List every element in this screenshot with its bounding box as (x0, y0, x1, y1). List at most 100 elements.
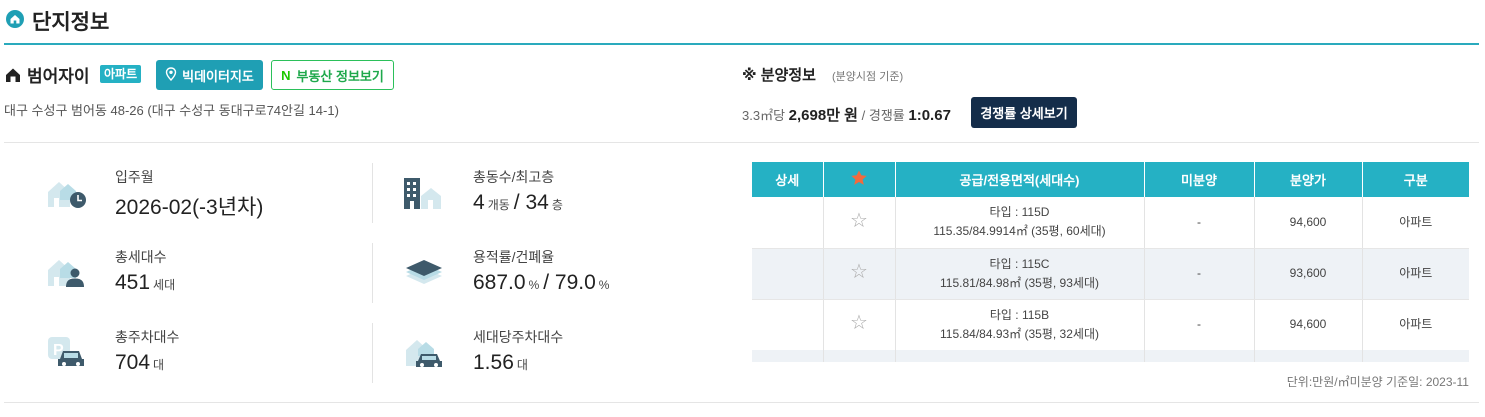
parking-per-household: 1.56 (473, 351, 514, 374)
unit-type: 타입 : 115B (989, 307, 1050, 322)
households-value: 451 세대 (115, 271, 179, 295)
detail-cell[interactable] (752, 299, 823, 351)
favorite-cell[interactable]: ☆ (822, 197, 895, 249)
max-floor: 34 (525, 191, 549, 214)
floor-area-ratio-label: 용적률/건폐율 (473, 249, 555, 265)
table-row: ☆ 타입 : 115D 115.35/84.9914㎡ (35평, 60세대) -… (752, 197, 1469, 249)
area-cell: 타입 : 115D 115.35/84.9914㎡ (35평, 60세대) (894, 197, 1144, 249)
category-cell: 아파트 (1361, 248, 1469, 300)
naver-icon: N (281, 67, 291, 83)
unit-type: 타입 : 115D (989, 205, 1050, 220)
move-in-value: 2026-02(-3년차) (115, 191, 263, 221)
table-unit-note: 단위:만원/㎡미분양 기준일: 2023-11 (1286, 375, 1469, 389)
house-person-icon (46, 256, 88, 295)
detail-cell[interactable] (752, 248, 823, 300)
price-cell: 93,600 (1253, 248, 1362, 300)
star-icon (851, 170, 867, 185)
unit: 대 (516, 358, 528, 372)
unsold-cell: - (1143, 248, 1254, 300)
floor-area-ratio-value: 687.0%/ 79.0% (473, 271, 613, 295)
buildings-count: 4 (473, 191, 485, 214)
divider (372, 323, 373, 383)
category-cell: 아파트 (1361, 197, 1469, 249)
unit: 개동 (487, 198, 510, 212)
favorite-cell[interactable]: ☆ (822, 299, 895, 351)
price-cell: 94,600 (1253, 299, 1362, 351)
divider (372, 243, 373, 303)
parking-per-household-value: 1.56 대 (473, 351, 532, 375)
bigdata-map-button[interactable]: 빅데이터지도 (156, 60, 263, 90)
price-cell: 94,600 (1253, 197, 1362, 249)
parking-per-household-label: 세대당주차대수 (473, 329, 564, 345)
complex-type-badge: 아파트 (100, 65, 142, 83)
col-area: 공급/전용면적(세대수) (894, 162, 1144, 197)
category-cell: 아파트 (1361, 299, 1469, 351)
divider (372, 163, 373, 223)
unit: 세대 (153, 278, 176, 292)
col-detail: 상세 (752, 162, 823, 197)
bigdata-map-label: 빅데이터지도 (182, 68, 254, 84)
col-category: 구분 (1361, 162, 1469, 197)
star-outline-icon[interactable]: ☆ (850, 261, 868, 283)
unit: 대 (153, 358, 165, 372)
move-in-date: 2026-02(-3년차) (115, 196, 264, 219)
move-in-label: 입주월 (115, 169, 154, 185)
building-coverage-ratio: 79.0 (554, 271, 596, 294)
section-header: 단지정보 (4, 0, 1479, 45)
favorite-cell[interactable]: ☆ (822, 248, 895, 300)
households-count: 451 (115, 271, 151, 294)
competition-detail-button[interactable]: 경쟁률 상세보기 (971, 97, 1077, 128)
unit-area: 115.84/84.93㎡ (35평, 32세대) (940, 326, 1099, 341)
naver-realestate-button[interactable]: N 부동산 정보보기 (271, 60, 394, 90)
parking-total-label: 총주차대수 (115, 329, 180, 345)
area-cell: 타입 : 115B 115.84/84.93㎡ (35평, 32세대) (894, 299, 1144, 351)
complex-name: 범어자이 (27, 67, 90, 86)
table-row: ☆ 타입 : 115B 115.84/84.93㎡ (35평, 32세대) - 9… (752, 299, 1469, 351)
separator: / (513, 191, 520, 214)
col-unsold: 미분양 (1143, 162, 1254, 197)
complex-address: 대구 수성구 범어동 48-26 (대구 수성구 동대구로74안길 14-1) (4, 103, 339, 118)
layers-icon (404, 258, 444, 293)
buildings-floors-value: 4 개동/ 34 층 (473, 191, 567, 215)
sale-info-note: (분양시점 기준) (832, 71, 904, 83)
floor-area-ratio: 687.0 (473, 271, 526, 294)
house-car-icon (404, 336, 446, 375)
unit-area: 115.35/84.9914㎡ (35평, 60세대) (933, 224, 1106, 239)
map-pin-icon (165, 66, 177, 84)
separator: / (543, 271, 550, 294)
buildings-floors-label: 총동수/최고층 (473, 169, 555, 185)
detail-cell[interactable] (752, 197, 823, 249)
section-title: 단지정보 (32, 11, 110, 34)
sale-price-line: 3.3㎡당 2,698만 원 / 경쟁률 1:0.67 (742, 104, 951, 125)
unit-types-table: 상세 공급/전용면적(세대수) 미분양 분양가 구분 ☆ 타입 : 115D 11… (752, 162, 1469, 351)
col-favorite (822, 162, 895, 197)
star-outline-icon[interactable]: ☆ (850, 210, 868, 232)
star-outline-icon[interactable]: ☆ (850, 312, 868, 334)
competition-label: 경쟁률 (868, 108, 905, 123)
unsold-cell: - (1143, 299, 1254, 351)
parking-total-value: 704 대 (115, 351, 168, 375)
col-price: 분양가 (1253, 162, 1362, 197)
unit: % (528, 278, 540, 292)
divider (4, 402, 1479, 403)
naver-realestate-label: 부동산 정보보기 (296, 68, 384, 84)
table-row: ☆ 타입 : 115C 115.81/84.98㎡ (35평, 93세대) - 9… (752, 248, 1469, 300)
house-icon (5, 67, 21, 88)
unit: % (598, 278, 610, 292)
home-icon (6, 10, 24, 28)
buildings-icon (402, 176, 442, 215)
divider (4, 142, 1479, 143)
unsold-cell: - (1143, 197, 1254, 249)
sale-price: 2,698만 원 (788, 107, 858, 124)
sale-info-title: ※ 분양정보 (742, 67, 816, 84)
table-row-partial (752, 350, 1469, 362)
competition-rate: 1:0.67 (908, 107, 951, 124)
unit-area: 115.81/84.98㎡ (35평, 93세대) (940, 275, 1099, 290)
area-cell: 타입 : 115C 115.81/84.98㎡ (35평, 93세대) (894, 248, 1144, 300)
parking-car-icon: P (46, 334, 88, 375)
price-unit-label: 3.3㎡당 (742, 108, 786, 123)
unit: 층 (551, 198, 563, 212)
parking-count: 704 (115, 351, 151, 374)
house-clock-icon (46, 178, 88, 215)
table-scroll-clip[interactable] (752, 350, 1469, 362)
